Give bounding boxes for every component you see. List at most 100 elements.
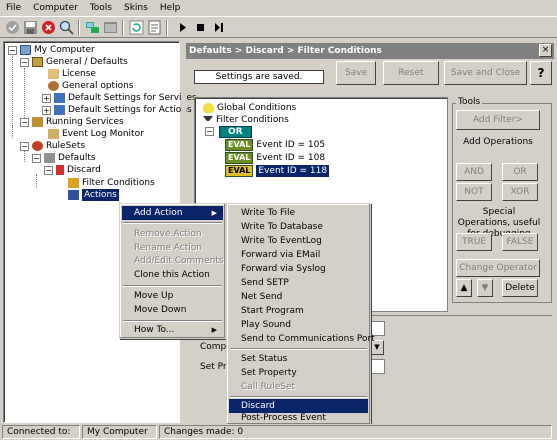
condition-row-selected[interactable]: EVAL Event ID = 118 bbox=[225, 165, 330, 177]
or-button[interactable]: OR bbox=[502, 163, 538, 181]
submenu-write-to-database[interactable]: Write To Database bbox=[229, 220, 368, 234]
tree-node-actions[interactable]: Actions bbox=[68, 189, 119, 201]
change-operator-button[interactable]: Change Operator bbox=[456, 259, 540, 277]
tree-node-default-services[interactable]: Default Settings for Services bbox=[54, 92, 197, 104]
menu-skins[interactable]: Skins bbox=[118, 0, 154, 16]
menu-file[interactable]: File bbox=[0, 0, 27, 16]
delete-button[interactable]: Delete bbox=[502, 279, 538, 297]
submenu-set-status[interactable]: Set Status bbox=[229, 352, 368, 366]
toolbar bbox=[0, 16, 557, 38]
check-icon[interactable] bbox=[5, 20, 20, 35]
eval-badge: EVAL bbox=[225, 165, 254, 177]
event-log-icon bbox=[48, 129, 59, 139]
menu-rename-action[interactable]: Rename Action bbox=[122, 241, 223, 255]
condition-row[interactable]: EVAL Event ID = 108 bbox=[225, 152, 325, 164]
filter-conditions-node[interactable]: Filter Conditions bbox=[203, 114, 289, 126]
add-operations-label: Add Operations bbox=[463, 137, 533, 147]
gear-icon bbox=[48, 81, 59, 91]
tree-node-defaults[interactable]: Defaults bbox=[44, 152, 96, 164]
submenu-arrow-icon: ▶ bbox=[211, 209, 217, 217]
menu-help[interactable]: Help bbox=[154, 0, 187, 16]
tree-node-my-computer[interactable]: My Computer bbox=[20, 44, 95, 56]
save-button[interactable]: Save bbox=[336, 61, 376, 85]
true-button[interactable]: TRUE bbox=[456, 233, 492, 251]
condition-row[interactable]: EVAL Event ID = 105 bbox=[225, 139, 325, 151]
menu-tools[interactable]: Tools bbox=[84, 0, 118, 16]
submenu-send-setp[interactable]: Send SETP bbox=[229, 276, 368, 290]
add-action-submenu: Write To File Write To Database Write To… bbox=[226, 203, 375, 425]
submenu-play-sound[interactable]: Play Sound bbox=[229, 318, 368, 332]
stop-square-icon[interactable] bbox=[193, 20, 208, 35]
window-icon[interactable] bbox=[103, 20, 118, 35]
step-icon[interactable] bbox=[211, 20, 226, 35]
submenu-write-to-file[interactable]: Write To File bbox=[229, 206, 368, 220]
set-property-label: Set Pr bbox=[200, 362, 227, 372]
and-button[interactable]: AND bbox=[456, 163, 492, 181]
submenu-send-comm-port[interactable]: Send to Communications Port bbox=[229, 332, 375, 346]
stop-icon[interactable] bbox=[41, 20, 56, 35]
menu-add-edit-comments[interactable]: Add/Edit Comments bbox=[122, 254, 224, 268]
actions-folder-icon bbox=[68, 190, 79, 200]
not-button[interactable]: NOT bbox=[456, 183, 492, 201]
network-icon[interactable] bbox=[85, 20, 100, 35]
global-conditions-node[interactable]: Global Conditions bbox=[203, 102, 296, 114]
saved-status: Settings are saved. bbox=[194, 70, 324, 84]
submenu-call-ruleset[interactable]: Call RuleSet bbox=[229, 380, 368, 394]
menu-add-action[interactable]: Add Action ▶ bbox=[122, 206, 223, 220]
set-property-field[interactable] bbox=[371, 359, 385, 374]
submenu-net-send[interactable]: Net Send bbox=[229, 290, 368, 304]
refresh-icon[interactable] bbox=[129, 20, 144, 35]
menu-clone-action[interactable]: Clone this Action bbox=[122, 268, 223, 282]
close-panel-button[interactable]: × bbox=[539, 44, 552, 57]
submenu-set-property[interactable]: Set Property bbox=[229, 366, 368, 380]
move-down-arrow-button[interactable]: ▼ bbox=[477, 279, 493, 297]
submenu-forward-syslog[interactable]: Forward via Syslog bbox=[229, 262, 368, 276]
submenu-post-process-event[interactable]: Post-Process Event bbox=[229, 411, 368, 425]
add-filter-button[interactable]: Add Filter> bbox=[456, 110, 540, 130]
move-up-arrow-button[interactable]: ▲ bbox=[456, 279, 472, 297]
actions-icon bbox=[54, 105, 65, 115]
menu-move-down[interactable]: Move Down bbox=[122, 303, 223, 317]
license-icon bbox=[48, 69, 59, 79]
tree-node-rulesets[interactable]: RuleSets bbox=[32, 140, 85, 152]
status-connected-value: My Computer bbox=[82, 425, 157, 439]
reset-button[interactable]: Reset bbox=[383, 61, 439, 85]
status-bar: Connected to: My Computer Changes made: … bbox=[0, 424, 557, 440]
false-button[interactable]: FALSE bbox=[502, 233, 538, 251]
menu-how-to[interactable]: How To... ▶ bbox=[122, 323, 223, 337]
arrow-up-icon: ▲ bbox=[460, 283, 468, 293]
submenu-write-to-eventlog[interactable]: Write To EventLog bbox=[229, 234, 368, 248]
search-icon[interactable] bbox=[59, 20, 74, 35]
tree-node-default-actions[interactable]: Default Settings for Actions bbox=[54, 104, 192, 116]
menu-move-up[interactable]: Move Up bbox=[122, 289, 223, 303]
lightbulb-icon bbox=[203, 103, 214, 113]
eval-badge: EVAL bbox=[225, 152, 254, 164]
services-icon bbox=[54, 93, 65, 103]
tree-node-license[interactable]: License bbox=[48, 68, 96, 80]
tree-node-general-options[interactable]: General options bbox=[48, 80, 133, 92]
filter-icon bbox=[68, 178, 79, 188]
tree-node-discard[interactable]: Discard bbox=[56, 164, 101, 176]
tree-node-general[interactable]: General / Defaults bbox=[32, 56, 128, 68]
submenu-forward-email[interactable]: Forward via EMail bbox=[229, 248, 368, 262]
save-icon[interactable] bbox=[23, 20, 38, 35]
or-operator-node[interactable]: OR bbox=[219, 126, 252, 138]
menubar: File Computer Tools Skins Help bbox=[0, 0, 557, 16]
ruleset-icon bbox=[44, 153, 55, 163]
submenu-arrow-icon: ▶ bbox=[211, 326, 217, 334]
help-button[interactable]: ? bbox=[530, 61, 552, 85]
save-and-close-button[interactable]: Save and Close bbox=[444, 61, 527, 85]
submenu-start-program[interactable]: Start Program bbox=[229, 304, 368, 318]
tree-node-filter-conditions[interactable]: Filter Conditions bbox=[68, 177, 155, 189]
document-icon[interactable] bbox=[147, 20, 162, 35]
rulesets-icon bbox=[32, 141, 43, 151]
status-changes: Changes made: 0 bbox=[159, 425, 552, 439]
rule-icon bbox=[56, 165, 64, 175]
menu-computer[interactable]: Computer bbox=[27, 0, 84, 16]
play-icon[interactable] bbox=[175, 20, 190, 35]
tree-node-running-services[interactable]: Running Services bbox=[32, 116, 124, 128]
tree-node-event-log-monitor[interactable]: Event Log Monitor bbox=[48, 128, 144, 140]
xor-button[interactable]: XOR bbox=[502, 183, 538, 201]
chevron-down-icon: ▼ bbox=[374, 343, 380, 351]
menu-remove-action[interactable]: Remove Action bbox=[122, 227, 223, 241]
